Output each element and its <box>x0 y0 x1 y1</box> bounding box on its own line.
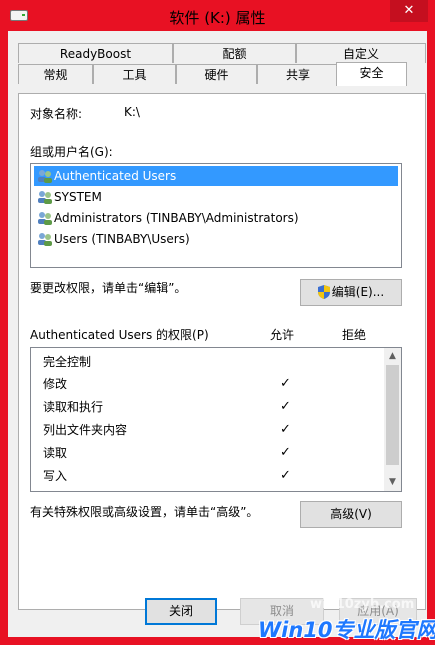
scrollbar-thumb[interactable] <box>386 365 399 465</box>
object-name-value: K:\ <box>124 105 140 119</box>
tab-sharing[interactable]: 共享 <box>257 64 339 84</box>
permission-row: 写入 <box>43 469 68 483</box>
tab-tools[interactable]: 工具 <box>93 64 176 84</box>
tab-readyboost[interactable]: ReadyBoost <box>18 43 173 63</box>
scroll-down-icon[interactable]: ▼ <box>384 474 401 491</box>
allow-column-header: 允许 <box>270 328 295 342</box>
advanced-hint: 有关特殊权限或高级设置，请单击“高级”。 <box>30 505 259 519</box>
permission-row: 读取和执行 <box>43 400 104 414</box>
users-group-icon <box>38 212 52 225</box>
title-bar[interactable]: 软件 (K:) 属性 ✕ <box>0 0 435 30</box>
edit-button[interactable]: 编辑(E)... <box>300 279 402 306</box>
tab-general[interactable]: 常规 <box>18 64 93 84</box>
close-button[interactable]: 关闭 <box>145 598 217 625</box>
list-item[interactable]: Authenticated Users <box>34 166 398 186</box>
dialog-client-area: ReadyBoost 配额 自定义 常规 工具 硬件 共享 安全 对象名称: K… <box>8 31 427 637</box>
list-item[interactable]: SYSTEM <box>34 187 398 207</box>
change-permission-hint: 要更改权限，请单击“编辑”。 <box>30 281 187 295</box>
tab-quota[interactable]: 配额 <box>173 43 296 63</box>
allow-check-icon: ✓ <box>280 468 291 483</box>
permissions-list[interactable]: 完全控制 修改 ✓ 读取和执行 ✓ 列出文件夹内容 ✓ 读取 ✓ 写入 ✓ ▲ … <box>30 347 402 492</box>
user-name: SYSTEM <box>54 190 102 204</box>
advanced-button[interactable]: 高级(V) <box>300 501 402 528</box>
window-title: 软件 (K:) 属性 <box>169 9 266 27</box>
scroll-up-icon[interactable]: ▲ <box>384 348 401 365</box>
properties-window: 软件 (K:) 属性 ✕ ReadyBoost 配额 自定义 常规 工具 硬件 … <box>0 0 435 645</box>
uac-shield-icon <box>317 285 330 299</box>
close-window-button[interactable]: ✕ <box>390 0 428 22</box>
permission-row: 修改 <box>43 377 68 391</box>
edit-button-label: 编辑(E)... <box>331 285 385 299</box>
user-list[interactable]: Authenticated Users SYSTEM Administrator… <box>30 163 402 268</box>
tab-hardware[interactable]: 硬件 <box>176 64 257 84</box>
list-item[interactable]: Users (TINBABY\Users) <box>34 229 398 249</box>
allow-check-icon: ✓ <box>280 445 291 460</box>
allow-check-icon: ✓ <box>280 376 291 391</box>
allow-check-icon: ✓ <box>280 399 291 414</box>
user-name: Administrators (TINBABY\Administrators) <box>54 211 299 225</box>
allow-check-icon: ✓ <box>280 422 291 437</box>
watermark-site: win10zyb.com <box>310 597 415 612</box>
users-group-icon <box>38 191 52 204</box>
deny-column-header: 拒绝 <box>342 328 367 342</box>
tab-security[interactable]: 安全 <box>336 62 407 86</box>
list-item[interactable]: Administrators (TINBABY\Administrators) <box>34 208 398 228</box>
user-name: Authenticated Users <box>54 169 177 183</box>
permission-row: 列出文件夹内容 <box>43 423 128 437</box>
permission-row: 读取 <box>43 446 68 460</box>
users-group-icon <box>38 233 52 246</box>
object-name-label: 对象名称: <box>30 107 83 121</box>
users-group-icon <box>38 170 52 183</box>
permissions-scrollbar[interactable]: ▲ ▼ <box>384 348 401 491</box>
tab-customize[interactable]: 自定义 <box>296 43 426 63</box>
user-name: Users (TINBABY\Users) <box>54 232 190 246</box>
watermark-brand: Win10专业版官网 <box>258 618 435 642</box>
permissions-label: Authenticated Users 的权限(P) <box>30 328 209 342</box>
permission-row: 完全控制 <box>43 355 92 369</box>
group-user-label: 组或用户名(G): <box>30 145 113 159</box>
